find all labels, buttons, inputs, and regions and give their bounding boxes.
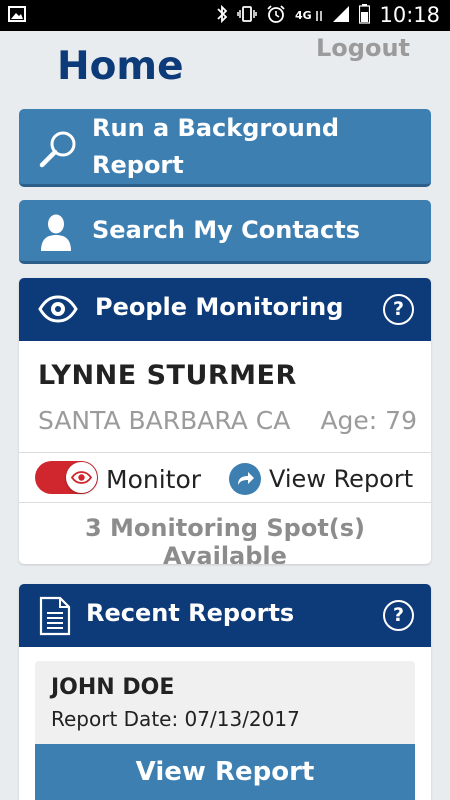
- search-my-contacts-label: Search My Contacts: [92, 216, 360, 244]
- monitor-toggle-knob: [66, 462, 97, 493]
- network-label: 4G: [294, 9, 312, 22]
- monitoring-spots-available: 3 Monitoring Spot(s) Available: [84, 514, 366, 564]
- eye-icon: [38, 294, 78, 328]
- page-title: Home: [57, 44, 184, 89]
- people-monitoring-title: People Monitoring: [95, 293, 344, 321]
- search-my-contacts-button[interactable]: Search My Contacts: [19, 200, 431, 264]
- battery-icon: [359, 3, 371, 28]
- logout-button[interactable]: Logout: [316, 34, 410, 62]
- eye-icon: [70, 471, 93, 484]
- monitor-toggle[interactable]: [35, 461, 98, 494]
- view-report-label: View Report: [269, 465, 414, 493]
- monitored-person-name: LYNNE STURMER: [38, 360, 297, 391]
- search-icon: [39, 129, 79, 173]
- person-icon: [39, 214, 73, 256]
- alarm-icon: [266, 4, 286, 28]
- recent-reports-header: Recent Reports ?: [19, 584, 431, 647]
- run-background-report-label: Run a Background Report: [92, 114, 340, 179]
- view-report-button[interactable]: View Report: [35, 744, 415, 800]
- people-monitoring-card: People Monitoring ? LYNNE STURMER SANTA …: [19, 278, 431, 564]
- share-arrow-icon: [229, 463, 261, 495]
- vibrate-icon: [237, 4, 257, 28]
- status-bar: 4G 10:18: [0, 0, 450, 31]
- bluetooth-icon: [216, 4, 228, 28]
- document-icon: [39, 596, 71, 640]
- run-background-report-button[interactable]: Run a Background Report: [19, 109, 431, 187]
- people-monitoring-header: People Monitoring ?: [19, 278, 431, 341]
- monitor-label: Monitor: [106, 465, 202, 494]
- report-name: JOHN DOE: [51, 675, 175, 700]
- people-monitoring-help-button[interactable]: ?: [383, 294, 414, 325]
- image-icon: [8, 6, 26, 26]
- recent-reports-title: Recent Reports: [86, 599, 295, 627]
- monitored-person-age: Age: 79: [320, 406, 417, 435]
- divider: [19, 452, 431, 453]
- recent-reports-help-button[interactable]: ?: [383, 600, 414, 631]
- clock: 10:18: [379, 3, 440, 27]
- monitored-person-location: SANTA BARBARA CA: [38, 406, 291, 435]
- report-date: Report Date: 07/13/2017: [51, 707, 300, 731]
- signal-icon: [332, 5, 350, 27]
- list-item: JOHN DOE Report Date: 07/13/2017 View Re…: [35, 661, 415, 800]
- divider: [19, 502, 431, 503]
- lte-signal-icon: 4G: [295, 9, 324, 22]
- recent-reports-card: Recent Reports ? JOHN DOE Report Date: 0…: [19, 584, 431, 800]
